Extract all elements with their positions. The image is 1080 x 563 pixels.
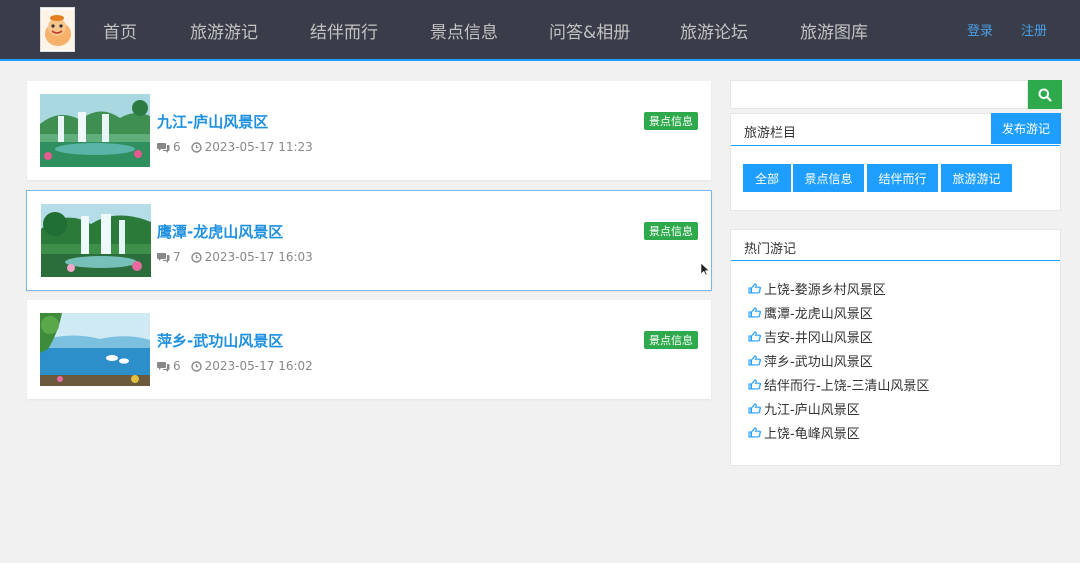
category-tag[interactable]: 景点信息: [644, 331, 698, 349]
comments-icon: [157, 142, 170, 153]
clock-icon: [190, 251, 202, 263]
article-meta: 6 2023-05-17 11:23: [157, 140, 323, 154]
category-panel: 旅游栏目 发布游记 全部 景点信息 结伴而行 旅游游记: [730, 113, 1061, 211]
article-card[interactable]: 鹰潭-龙虎山风景区 7 2023-05-17 16:03 景点信息: [26, 190, 712, 291]
nav-forum[interactable]: 旅游论坛: [680, 18, 748, 43]
hot-note-link[interactable]: 结伴而行-上饶-三清山风景区: [748, 375, 929, 394]
article-meta: 6 2023-05-17 16:02: [157, 359, 323, 373]
hot-note-link[interactable]: 上饶-龟峰风景区: [748, 423, 860, 442]
pointing-hand-icon: [748, 331, 761, 342]
comment-count: 6: [157, 140, 181, 154]
category-all-button[interactable]: 全部: [743, 164, 791, 192]
category-tag[interactable]: 景点信息: [644, 112, 698, 130]
article-title[interactable]: 萍乡-武功山风景区: [157, 330, 283, 351]
login-link[interactable]: 登录: [967, 20, 993, 39]
nav-companions[interactable]: 结伴而行: [310, 18, 378, 43]
hot-note-link[interactable]: 萍乡-武功山风景区: [748, 351, 873, 370]
article-card[interactable]: 九江-庐山风景区 6 2023-05-17 11:23 景点信息: [27, 81, 711, 180]
hot-notes-title: 热门游记: [744, 242, 797, 257]
article-meta: 7 2023-05-17 16:03: [157, 250, 323, 264]
pointing-hand-icon: [748, 379, 761, 390]
hot-notes-header: 热门游记: [731, 230, 1060, 261]
post-date: 2023-05-17 16:02: [190, 359, 313, 373]
register-link[interactable]: 注册: [1021, 20, 1047, 39]
article-thumbnail[interactable]: [40, 313, 150, 386]
article-title[interactable]: 鹰潭-龙虎山风景区: [157, 221, 283, 242]
category-panel-header: 旅游栏目 发布游记: [731, 113, 1061, 146]
clock-icon: [190, 141, 202, 153]
article-card[interactable]: 萍乡-武功山风景区 6 2023-05-17 16:02 景点信息: [27, 300, 711, 399]
article-thumbnail[interactable]: [40, 94, 150, 167]
mouse-cursor-icon: [700, 262, 710, 276]
hot-note-link[interactable]: 鹰潭-龙虎山风景区: [748, 303, 873, 322]
nav-travel-notes[interactable]: 旅游游记: [190, 18, 258, 43]
search-button[interactable]: [1028, 80, 1062, 109]
clock-icon: [190, 360, 202, 372]
comment-count: 6: [157, 359, 181, 373]
hot-note-link[interactable]: 上饶-婺源乡村风景区: [748, 279, 886, 298]
nav-gallery[interactable]: 旅游图库: [800, 18, 868, 43]
pointing-hand-icon: [748, 283, 761, 294]
hot-note-link[interactable]: 九江-庐山风景区: [748, 399, 860, 418]
search-input[interactable]: [730, 80, 1028, 109]
article-thumbnail[interactable]: [41, 204, 151, 277]
pointing-hand-icon: [748, 403, 761, 414]
category-tag[interactable]: 景点信息: [644, 222, 698, 240]
nav-qa-album[interactable]: 问答&相册: [549, 18, 630, 43]
pointing-hand-icon: [748, 355, 761, 366]
logo-figure-icon: [41, 9, 74, 50]
pointing-hand-icon: [748, 307, 761, 318]
search-icon: [1038, 88, 1052, 102]
article-title[interactable]: 九江-庐山风景区: [157, 111, 268, 132]
post-date: 2023-05-17 11:23: [190, 140, 313, 154]
comment-count: 7: [157, 250, 181, 264]
comments-icon: [157, 361, 170, 372]
top-navbar: 首页 旅游游记 结伴而行 景点信息 问答&相册 旅游论坛 旅游图库 登录 注册: [0, 0, 1080, 61]
site-logo[interactable]: [40, 7, 75, 52]
category-companions-button[interactable]: 结伴而行: [867, 164, 938, 192]
category-panel-title: 旅游栏目: [744, 126, 797, 141]
category-attractions-button[interactable]: 景点信息: [793, 164, 864, 192]
nav-home[interactable]: 首页: [103, 18, 137, 43]
category-notes-button[interactable]: 旅游游记: [941, 164, 1012, 192]
comments-icon: [157, 252, 170, 263]
nav-attractions[interactable]: 景点信息: [430, 18, 498, 43]
hot-note-link[interactable]: 吉安-井冈山风景区: [748, 327, 873, 346]
publish-note-button[interactable]: 发布游记: [991, 113, 1061, 144]
hot-notes-panel: 热门游记 上饶-婺源乡村风景区 鹰潭-龙虎山风景区 吉安-井冈山风景区 萍乡-武…: [730, 229, 1061, 466]
post-date: 2023-05-17 16:03: [190, 250, 313, 264]
pointing-hand-icon: [748, 427, 761, 438]
